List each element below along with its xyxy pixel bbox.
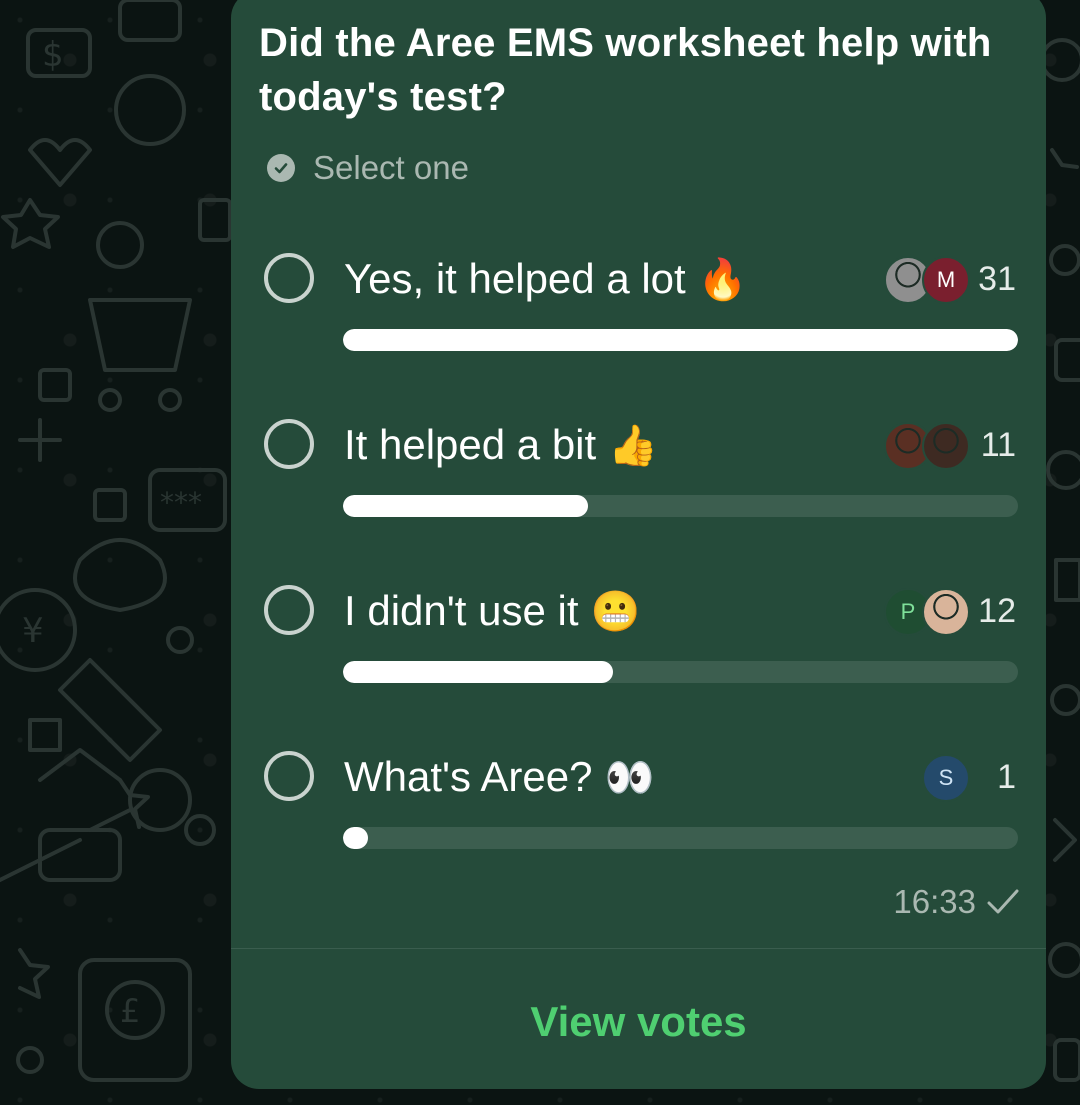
- vote-progress-fill: [343, 329, 1018, 351]
- poll-message-bubble: Did the Aree EMS worksheet help with tod…: [231, 0, 1046, 1089]
- radio-button[interactable]: [264, 419, 314, 469]
- vote-progress-fill: [343, 495, 588, 517]
- fire-emoji: 🔥: [697, 258, 748, 302]
- grimacing-face-emoji: 😬: [590, 590, 641, 634]
- voter-avatars[interactable]: S: [922, 754, 970, 802]
- svg-text:¥: ¥: [22, 611, 44, 651]
- poll-option-label: I didn't use it 😬: [344, 587, 641, 634]
- vote-count: 1: [997, 758, 1016, 796]
- voter-avatars[interactable]: P: [884, 588, 970, 636]
- vote-progress-bar: [343, 661, 1018, 683]
- avatar-photo: [922, 422, 970, 470]
- svg-text:£: £: [120, 992, 140, 1030]
- sent-check-icon: [986, 888, 1020, 916]
- radio-button[interactable]: [264, 253, 314, 303]
- view-votes-button[interactable]: View votes: [231, 992, 1046, 1052]
- footer-divider: [231, 948, 1046, 949]
- poll-option[interactable]: I didn't use it 😬 P 12: [231, 585, 1046, 735]
- vote-count: 31: [978, 260, 1016, 298]
- poll-option-label: It helped a bit 👍: [344, 421, 658, 468]
- poll-option-label: Yes, it helped a lot 🔥: [344, 255, 748, 302]
- radio-button[interactable]: [264, 585, 314, 635]
- eyes-emoji: 👀: [604, 756, 655, 800]
- avatar-photo: [922, 588, 970, 636]
- poll-option[interactable]: Yes, it helped a lot 🔥 M 31: [231, 253, 1046, 403]
- check-circle-icon: [267, 154, 295, 182]
- avatar-initial: S: [922, 754, 970, 802]
- voter-avatars[interactable]: M: [884, 256, 970, 304]
- avatar-initial: M: [922, 256, 970, 304]
- vote-progress-bar: [343, 495, 1018, 517]
- message-timestamp: 16:33: [893, 880, 1020, 924]
- vote-count: 12: [978, 592, 1016, 630]
- vote-progress-fill: [343, 661, 613, 683]
- vote-progress-fill: [343, 827, 368, 849]
- svg-text:***: ***: [160, 486, 202, 519]
- select-one-label: Select one: [313, 149, 469, 186]
- vote-progress-bar: [343, 329, 1018, 351]
- poll-option[interactable]: What's Aree? 👀 S 1: [231, 751, 1046, 901]
- svg-text:$: $: [42, 35, 64, 75]
- radio-button[interactable]: [264, 751, 314, 801]
- select-one-hint: Select one: [267, 148, 469, 188]
- vote-count: 11: [980, 426, 1016, 464]
- thumbs-up-emoji: 👍: [608, 424, 658, 468]
- poll-option-label: What's Aree? 👀: [344, 753, 655, 800]
- voter-avatars[interactable]: [884, 422, 970, 470]
- message-time: 16:33: [893, 883, 976, 920]
- poll-question: Did the Aree EMS worksheet help with tod…: [259, 21, 992, 119]
- vote-progress-bar: [343, 827, 1018, 849]
- poll-option[interactable]: It helped a bit 👍 11: [231, 419, 1046, 569]
